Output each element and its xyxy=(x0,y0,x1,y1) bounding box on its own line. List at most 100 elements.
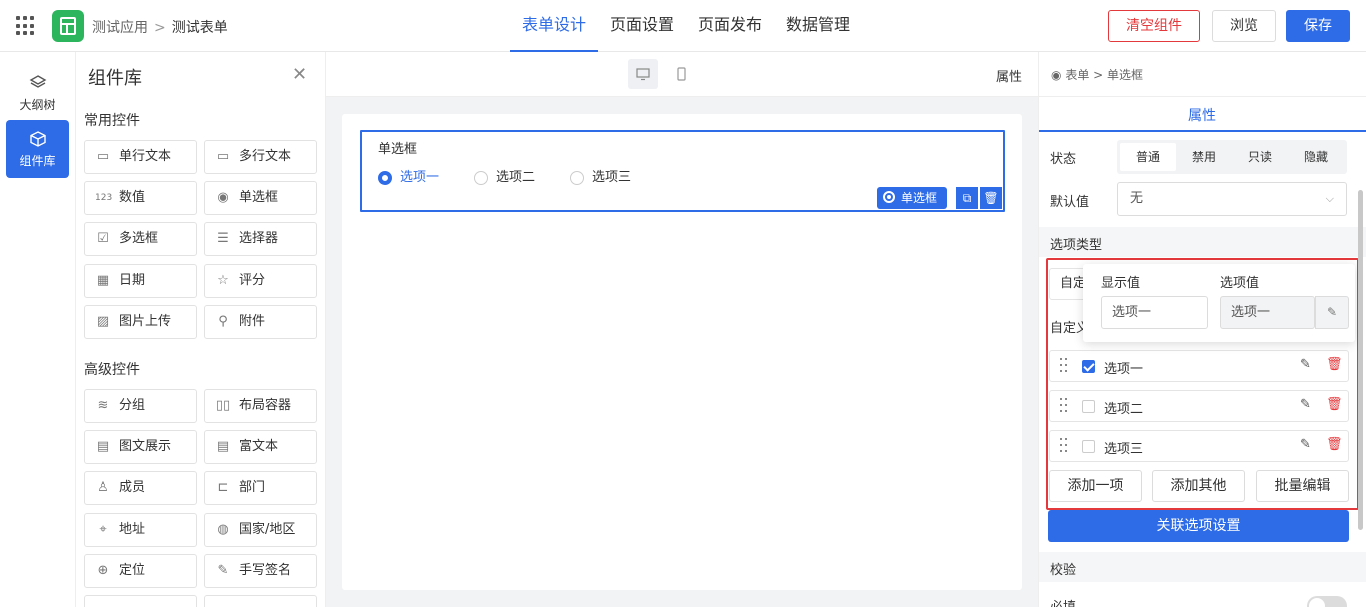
field-type-tag: 单选框 xyxy=(877,187,947,209)
layout-icon: ▯▯ xyxy=(215,398,231,413)
comp-signature[interactable]: ✎ 手写签名 xyxy=(204,554,317,588)
comp-multi-line-text[interactable]: ▭ 多行文本 xyxy=(204,140,317,174)
option-value-input: 选项一 xyxy=(1220,296,1315,329)
state-hidden[interactable]: 隐藏 xyxy=(1288,143,1344,171)
radio-unchecked-icon xyxy=(570,171,584,185)
comp-label: 附件 xyxy=(239,314,266,329)
comp-layout[interactable]: ▯▯ 布局容器 xyxy=(204,389,317,423)
comp-address[interactable]: ⌖ 地址 xyxy=(84,513,197,547)
comp-attachment[interactable]: ⚲ 附件 xyxy=(204,305,317,339)
state-label: 状态 xyxy=(1050,152,1077,167)
single-line-text-icon: ▭ xyxy=(96,149,110,164)
comp-more-2[interactable] xyxy=(204,595,317,607)
tab-properties[interactable]: 属性 xyxy=(1188,105,1216,125)
save-button[interactable]: 保存 xyxy=(1286,10,1350,42)
nav-label-outline: 大纲树 xyxy=(19,98,56,112)
comp-image-upload[interactable]: ▨ 图片上传 xyxy=(84,305,197,339)
comp-positioning[interactable]: ⊕ 定位 xyxy=(84,554,197,588)
breadcrumb-separator: > xyxy=(1093,68,1104,82)
radio-option-label: 选项三 xyxy=(592,170,632,185)
tab-page-publish[interactable]: 页面发布 xyxy=(686,0,774,52)
comp-more-1[interactable] xyxy=(84,595,197,607)
top-tabs: 表单设计 页面设置 页面发布 数据管理 xyxy=(510,0,862,52)
state-disabled[interactable]: 禁用 xyxy=(1176,143,1232,171)
link-options-settings-button[interactable]: 关联选项设置 xyxy=(1048,510,1349,542)
desktop-icon[interactable] xyxy=(628,59,658,89)
paperclip-icon: ⚲ xyxy=(218,314,228,329)
radio-option[interactable]: 选项二 xyxy=(474,170,535,186)
browse-button[interactable]: 浏览 xyxy=(1212,10,1276,42)
comp-checkbox[interactable]: ☑ 多选框 xyxy=(84,222,197,256)
option-edit-popover: 显示值 选项值 选项一 选项一 ✎ xyxy=(1083,264,1355,342)
radio-option[interactable]: 选项一 xyxy=(378,170,439,186)
comp-label: 图文展示 xyxy=(119,439,172,454)
default-value-label: 默认值 xyxy=(1050,195,1090,210)
radio-icon: ◉ xyxy=(1051,68,1062,82)
multi-line-text-icon: ▭ xyxy=(216,149,230,164)
default-value-select[interactable]: 无 ⌵ xyxy=(1117,182,1347,216)
trash-icon[interactable]: 🗑 xyxy=(980,187,1002,209)
comp-label: 部门 xyxy=(239,480,266,495)
mobile-icon[interactable] xyxy=(666,59,696,89)
comp-single-line-text[interactable]: ▭ 单行文本 xyxy=(84,140,197,174)
breadcrumb-root[interactable]: 表单 xyxy=(1065,68,1089,82)
comp-label: 选择器 xyxy=(239,231,279,246)
default-value-text: 无 xyxy=(1130,191,1144,206)
radio-icon: ◉ xyxy=(217,190,229,205)
comp-rich-text[interactable]: ▤ 富文本 xyxy=(204,430,317,464)
state-segmented-control: 普通 禁用 只读 隐藏 xyxy=(1117,140,1347,174)
canvas-properties-label[interactable]: 属性 xyxy=(996,66,1022,85)
tab-page-settings[interactable]: 页面设置 xyxy=(598,0,686,52)
display-value-input[interactable]: 选项一 xyxy=(1101,296,1208,329)
required-toggle[interactable] xyxy=(1307,596,1347,607)
design-canvas: 属性 单选框 选项一 选项二 选项三 单选框 ⧉ 🗑 xyxy=(326,52,1038,607)
close-icon[interactable]: ✕ xyxy=(292,64,307,85)
properties-scrollbar[interactable] xyxy=(1358,190,1363,530)
library-title: 组件库 xyxy=(88,68,142,89)
number-icon: 123 xyxy=(95,193,113,203)
comp-label: 地址 xyxy=(119,522,146,537)
nav-item-components[interactable]: 组件库 xyxy=(6,120,69,178)
comp-number[interactable]: 123 数值 xyxy=(84,181,197,215)
comp-group[interactable]: ≋ 分组 xyxy=(84,389,197,423)
copy-icon[interactable]: ⧉ xyxy=(956,187,978,209)
comp-member[interactable]: ♙ 成员 xyxy=(84,471,197,505)
validation-title: 校验 xyxy=(1050,563,1077,578)
tab-data-management[interactable]: 数据管理 xyxy=(774,0,862,52)
radio-field[interactable]: 单选框 选项一 选项二 选项三 单选框 ⧉ 🗑 xyxy=(360,130,1005,212)
tab-form-design[interactable]: 表单设计 xyxy=(510,0,599,52)
left-nav: 大纲树 组件库 xyxy=(0,52,76,607)
star-icon: ☆ xyxy=(217,273,229,288)
option-type-title: 选项类型 xyxy=(1050,238,1103,253)
location-icon: ⌖ xyxy=(99,522,107,537)
radio-option[interactable]: 选项三 xyxy=(570,170,631,186)
checkbox-icon: ☑ xyxy=(97,231,109,246)
clear-components-button[interactable]: 清空组件 xyxy=(1108,10,1200,42)
breadcrumb: 测试应用 > 测试表单 xyxy=(92,17,228,37)
nav-item-outline[interactable]: 大纲树 xyxy=(6,64,69,122)
edit-icon[interactable]: ✎ xyxy=(1315,296,1349,329)
common-controls-title: 常用控件 xyxy=(84,113,140,129)
validation-section: 校验 xyxy=(1039,552,1366,582)
comp-select[interactable]: ☰ 选择器 xyxy=(204,222,317,256)
comp-date[interactable]: ▦ 日期 xyxy=(84,264,197,298)
comp-rating[interactable]: ☆ 评分 xyxy=(204,264,317,298)
comp-radio[interactable]: ◉ 单选框 xyxy=(204,181,317,215)
comp-label: 手写签名 xyxy=(239,563,292,578)
properties-breadcrumb: ◉ 表单 > 单选框 xyxy=(1051,66,1143,83)
advanced-controls-title: 高级控件 xyxy=(84,362,140,378)
comp-image-text[interactable]: ▤ 图文展示 xyxy=(84,430,197,464)
state-normal[interactable]: 普通 xyxy=(1120,143,1176,171)
comp-country[interactable]: ◍ 国家/地区 xyxy=(204,513,317,547)
chevron-down-icon: ⌵ xyxy=(1325,192,1334,205)
form-area: 单选框 选项一 选项二 选项三 单选框 ⧉ 🗑 xyxy=(342,114,1022,590)
comp-department[interactable]: ⊏ 部门 xyxy=(204,471,317,505)
breadcrumb-app[interactable]: 测试应用 xyxy=(92,20,148,36)
comp-label: 布局容器 xyxy=(239,398,292,413)
required-label: 必填 xyxy=(1050,596,1076,607)
comp-label: 定位 xyxy=(119,563,146,578)
breadcrumb-separator: > xyxy=(154,20,166,36)
comp-label: 图片上传 xyxy=(119,314,172,329)
app-grid-icon[interactable] xyxy=(16,16,36,36)
state-readonly[interactable]: 只读 xyxy=(1232,143,1288,171)
